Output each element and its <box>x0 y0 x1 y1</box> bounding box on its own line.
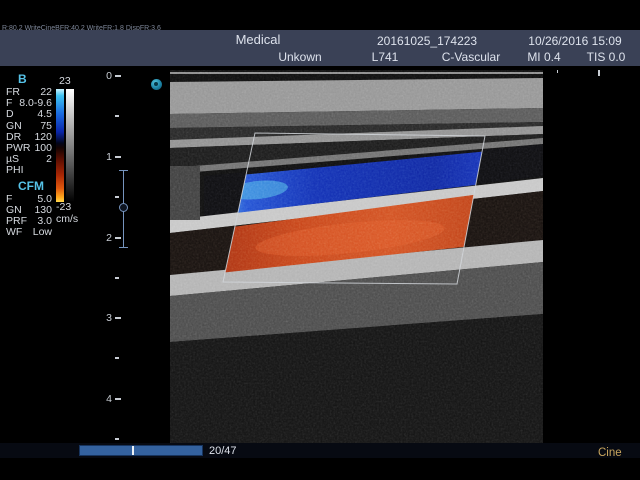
exam-preset: C-Vascular <box>431 50 511 64</box>
depth-tick <box>115 115 119 117</box>
focus-marker-cap <box>119 247 128 248</box>
param-label: PHI <box>6 165 24 176</box>
param-label: D <box>6 109 14 120</box>
param-row-d: D 4.5 <box>6 109 52 120</box>
param-label: F <box>6 194 12 205</box>
depth-tick <box>115 317 121 319</box>
param-row-wf: WF Low <box>6 227 52 238</box>
param-value: 5.0 <box>37 194 52 205</box>
depth-tick <box>115 357 119 359</box>
grayscale-bar <box>66 89 74 202</box>
mechanical-index: MI 0.4 <box>514 50 574 64</box>
ultrasound-scene <box>170 70 543 443</box>
focus-marker-handle[interactable] <box>119 203 128 212</box>
depth-mark-2: 2 <box>98 232 112 244</box>
depth-tick <box>115 196 119 198</box>
thermal-index: TIS 0.0 <box>576 50 636 64</box>
param-value: Low <box>33 227 52 238</box>
exam-session-id: 20161025_174223 <box>377 34 477 48</box>
ultrasound-image[interactable] <box>170 70 543 443</box>
param-row-cfm-f: F 5.0 <box>6 194 52 205</box>
cine-position-marker[interactable] <box>132 446 134 455</box>
depth-tick <box>115 75 121 77</box>
date-time: 10/26/2016 15:09 <box>521 34 629 48</box>
b-mode-header: B <box>6 72 52 87</box>
cine-progress-bar[interactable] <box>79 445 203 456</box>
doppler-colorbar <box>56 89 64 202</box>
ultrasound-screen: R:80.2 WriteCineBFR:40.2 WriteFR:1.8 Dis… <box>0 0 640 480</box>
depth-mark-3: 3 <box>98 312 112 324</box>
colorbar-min-label: -23 <box>56 202 96 213</box>
param-row-phi: PHI <box>6 165 52 176</box>
colorbar-scale: 23 -23 cm/s <box>56 76 96 225</box>
header-bar: Medical 20161025_174223 10/26/2016 15:09… <box>0 30 640 66</box>
patient-name: Unkown <box>260 50 340 64</box>
focus-marker-cap <box>119 170 128 171</box>
hospital-name: Medical <box>200 32 316 47</box>
cfm-mode-header: CFM <box>6 179 52 194</box>
param-label: WF <box>6 227 22 238</box>
param-value: 4.5 <box>37 109 52 120</box>
depth-mark-0: 0 <box>98 70 112 82</box>
depth-mark-4: 4 <box>98 393 112 405</box>
depth-tick <box>115 237 121 239</box>
cine-mode-label: Cine <box>598 447 622 459</box>
colorbar-max-label: 23 <box>59 76 96 87</box>
width-tick <box>557 70 558 73</box>
depth-tick <box>115 438 119 440</box>
param-value: 2 <box>46 154 52 165</box>
frame-counter: 20/47 <box>209 445 237 457</box>
depth-tick <box>115 277 119 279</box>
depth-mark-1: 1 <box>98 151 112 163</box>
probe-orientation-icon <box>151 79 162 90</box>
parameter-panel: B FR22 F8.0-9.6 D4.5 GN75 DR120 PWR100 µ… <box>6 72 52 238</box>
probe-model: L741 <box>355 50 415 64</box>
depth-tick <box>115 398 121 400</box>
depth-tick <box>115 156 121 158</box>
colorbar-unit-label: cm/s <box>56 213 96 225</box>
width-tick <box>598 70 600 76</box>
